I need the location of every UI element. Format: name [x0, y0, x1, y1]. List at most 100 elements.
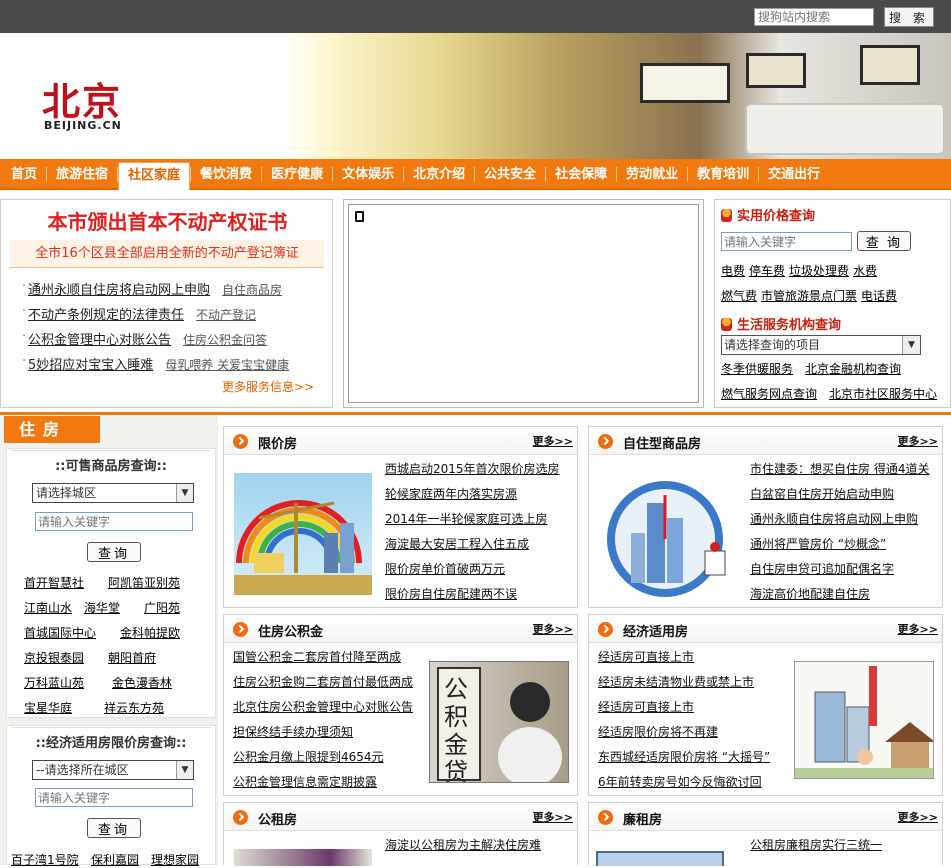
price-query-input[interactable]	[721, 232, 852, 251]
commercial-query-button[interactable]: 查询	[87, 542, 141, 562]
card-title[interactable]: 自住型商品房	[623, 433, 701, 452]
news-link[interactable]: 公积金管理信息需定期披露	[233, 770, 413, 795]
news-link[interactable]: 公租房廉租房实行三统一	[750, 833, 882, 858]
estate-link[interactable]: 宝星华庭	[24, 699, 72, 716]
nav-item[interactable]: 劳动就业	[617, 159, 687, 190]
card-title[interactable]: 限价房	[258, 433, 297, 452]
news-link[interactable]: 海淀最大安居工程入住五成	[385, 532, 560, 557]
estate-link[interactable]: 江南山水	[24, 599, 72, 616]
nav-item[interactable]: 教育培训	[688, 159, 758, 190]
estate-link[interactable]: 阿凯笛亚别苑	[108, 574, 180, 591]
news-link[interactable]: 公积金管理中心对账公告	[28, 333, 171, 348]
affordable-housing-image[interactable]	[794, 661, 934, 779]
nav-item[interactable]: 社会保障	[546, 159, 616, 190]
news-link[interactable]: 海淀以公租房为主解决住房难	[385, 833, 541, 858]
price-link-water[interactable]: 水费	[853, 262, 877, 279]
price-link-phone[interactable]: 电话费	[861, 287, 897, 304]
estate-link[interactable]: 祥云东方苑	[104, 699, 164, 716]
more-link[interactable]: 更多>>	[898, 809, 938, 825]
headline-subtitle[interactable]: 全市16个区县全部启用全新的不动产登记簿证	[10, 240, 324, 268]
news-item[interactable]: 通州永顺自住房将启动网上申购自住商品房	[22, 279, 282, 298]
nav-item[interactable]: 餐饮消费	[191, 159, 261, 190]
news-link[interactable]: 5妙招应对宝宝入睡难	[28, 358, 153, 373]
news-link[interactable]: 自住房申贷可追加配偶名字	[750, 557, 929, 582]
news-tag-link[interactable]: 住房公积金问答	[183, 333, 267, 347]
estate-link[interactable]: 首城国际中心	[24, 624, 96, 641]
org-query-select[interactable]: 请选择查询的项目 ▼	[721, 335, 921, 355]
price-link-garbage[interactable]: 垃圾处理费	[789, 262, 849, 279]
card-title[interactable]: 廉租房	[623, 809, 662, 828]
estate-link[interactable]: 广阳苑	[144, 599, 180, 616]
estate-link[interactable]: 首开智慧社	[24, 574, 84, 591]
news-link[interactable]: 海淀高价地配建自住房	[750, 582, 929, 607]
logo[interactable]: 北京	[42, 71, 122, 126]
affordable-query-button[interactable]: 查询	[87, 818, 141, 838]
media-player[interactable]	[348, 204, 699, 403]
org-link-gas-service[interactable]: 燃气服务网点查询	[721, 385, 817, 402]
card-title[interactable]: 经济适用房	[623, 621, 688, 640]
estate-link[interactable]: 金色漫香林	[112, 674, 172, 691]
more-link[interactable]: 更多>>	[898, 433, 938, 449]
news-link[interactable]: 公积金月缴上限提到4654元	[233, 745, 413, 770]
news-link[interactable]: 经适房可直接上市	[598, 645, 770, 670]
nav-item[interactable]: 交通出行	[759, 159, 829, 190]
estate-link[interactable]: 金科帕提欧	[120, 624, 180, 641]
site-search-input[interactable]	[754, 8, 874, 26]
news-link[interactable]: 通州将严管房价 “炒概念”	[750, 532, 929, 557]
news-link[interactable]: 6年前转卖房号如今反悔欲讨回	[598, 770, 770, 795]
news-tag-link[interactable]: 不动产登记	[196, 308, 256, 322]
news-link[interactable]: 经适房限价房将不再建	[598, 720, 770, 745]
org-link-finance[interactable]: 北京金融机构查询	[805, 360, 901, 377]
news-link[interactable]: 北京住房公积金管理中心对账公告	[233, 695, 413, 720]
news-link[interactable]: 国管公积金二套房首付降至两成	[233, 645, 413, 670]
more-link[interactable]: 更多>>	[898, 621, 938, 637]
news-link[interactable]: 通州永顺自住房将启动网上申购	[750, 507, 929, 532]
district-select[interactable]: 请选择城区 ▼	[32, 483, 194, 503]
more-link[interactable]: 更多>>	[533, 809, 573, 825]
self-housing-image[interactable]	[597, 473, 737, 597]
news-link[interactable]: 轮候家庭两年内落实房源	[385, 482, 560, 507]
affordable-keyword-input[interactable]	[35, 788, 193, 807]
news-link[interactable]: 西城启动2015年首次限价房选房	[385, 457, 560, 482]
news-link[interactable]: 通州永顺自住房将启动网上申购	[28, 283, 210, 298]
news-link[interactable]: 限价房自住房配建两不误	[385, 582, 560, 607]
news-link[interactable]: 东西城经适房限价房将 “大摇号”	[598, 745, 770, 770]
news-link[interactable]: 担保终结手续办理须知	[233, 720, 413, 745]
estate-link[interactable]: 海华堂	[84, 599, 120, 616]
nav-item[interactable]: 旅游住宿	[47, 159, 117, 190]
news-item[interactable]: 公积金管理中心对账公告住房公积金问答	[22, 329, 267, 348]
news-link[interactable]: 不动产条例规定的法律责任	[28, 308, 184, 323]
price-housing-image[interactable]	[234, 473, 372, 595]
news-link[interactable]: 2014年一半轮候家庭可选上房	[385, 507, 560, 532]
org-link-heating[interactable]: 冬季供暖服务	[721, 360, 793, 377]
price-link-tickets[interactable]: 市管旅游景点门票	[761, 287, 857, 304]
org-link-community[interactable]: 北京市社区服务中心	[829, 385, 937, 402]
news-item[interactable]: 5妙招应对宝宝入睡难母乳喂养 关爱宝宝健康	[22, 354, 289, 373]
nav-item[interactable]: 首页	[2, 159, 46, 190]
commercial-keyword-input[interactable]	[35, 512, 193, 531]
housing-fund-image[interactable]: 公 积 金 贷	[429, 661, 569, 783]
estate-link[interactable]: 朝阳首府	[108, 649, 156, 666]
more-link[interactable]: 更多>>	[533, 433, 573, 449]
housing-section-tab[interactable]: 住房	[4, 416, 100, 443]
news-item[interactable]: 不动产条例规定的法律责任不动产登记	[22, 304, 256, 323]
card-title[interactable]: 住房公积金	[258, 621, 323, 640]
public-rental-image[interactable]	[234, 849, 372, 866]
news-link[interactable]: 白盆窑自住房开始启动申购	[750, 482, 929, 507]
price-query-button[interactable]: 查 询	[857, 231, 911, 251]
nav-item[interactable]: 文体娱乐	[333, 159, 403, 190]
news-link[interactable]: 经适房未结清物业费或禁上市	[598, 670, 770, 695]
nav-item[interactable]: 公共安全	[475, 159, 545, 190]
news-link[interactable]: 住房公积金购二套房首付最低两成	[233, 670, 413, 695]
estate-link[interactable]: 万科蓝山苑	[24, 674, 84, 691]
affordable-district-select[interactable]: --请选择所在城区 ▼	[32, 760, 194, 780]
nav-item[interactable]: 北京介绍	[404, 159, 474, 190]
news-tag-link[interactable]: 自住商品房	[222, 283, 282, 297]
estate-link[interactable]: 理想家园	[151, 851, 199, 868]
headline-title[interactable]: 本市颁出首本不动产权证书	[1, 206, 334, 235]
low-rent-image[interactable]	[596, 851, 724, 866]
card-title[interactable]: 公租房	[258, 809, 297, 828]
estate-link[interactable]: 百子湾1号院	[11, 851, 79, 868]
price-link-electricity[interactable]: 电费	[721, 262, 745, 279]
estate-link[interactable]: 京投银泰园	[24, 649, 84, 666]
